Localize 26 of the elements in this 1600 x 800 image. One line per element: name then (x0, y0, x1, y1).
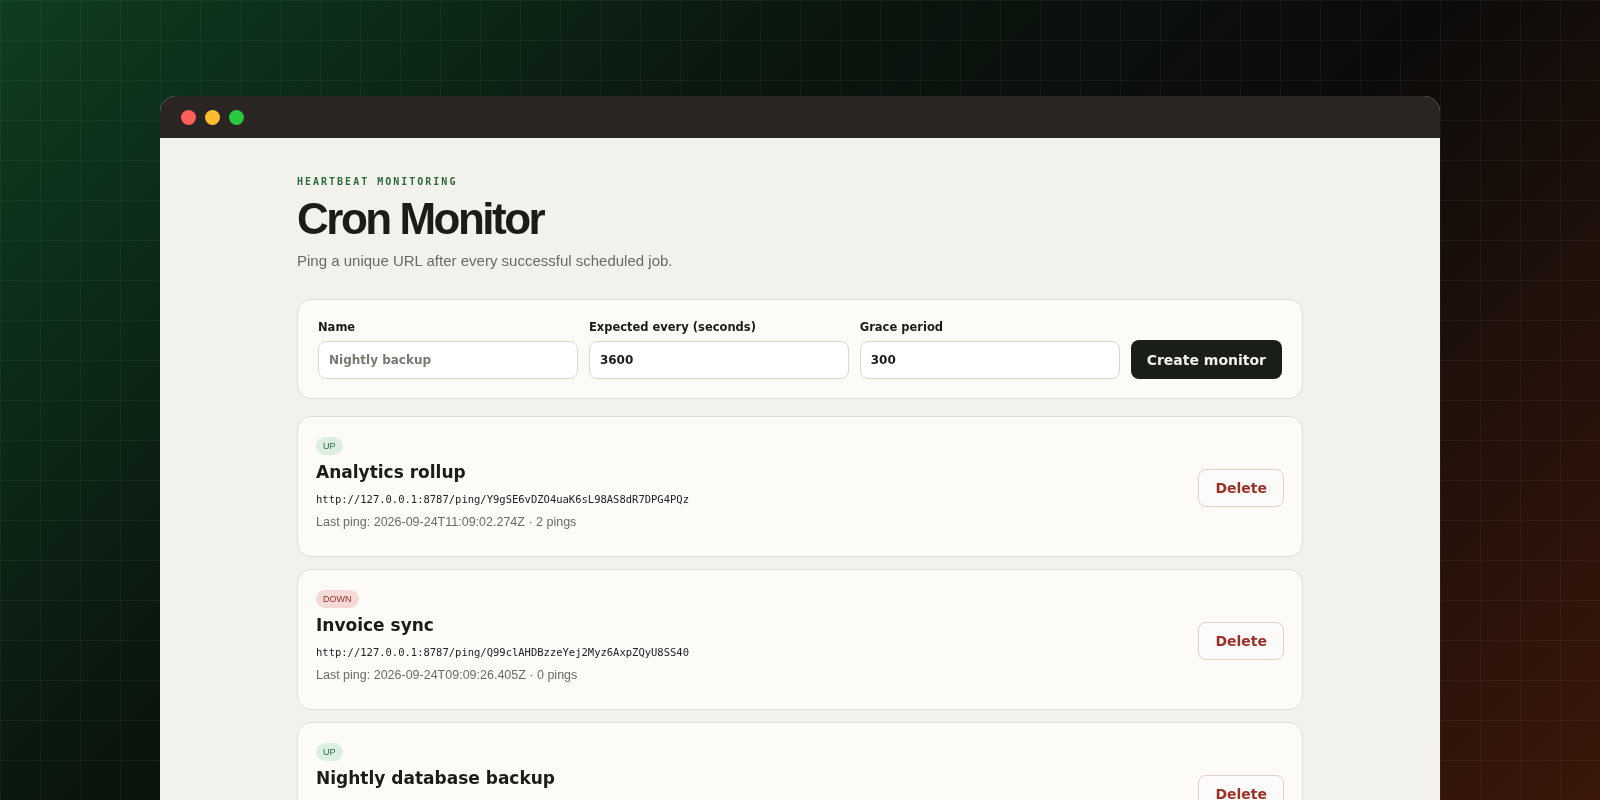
window-control-icon[interactable] (229, 109, 244, 125)
delete-button[interactable]: Delete (1198, 775, 1284, 800)
monitor-name: Invoice sync (316, 615, 434, 636)
input-field[interactable]: Nightly backup (318, 341, 578, 380)
field-label: Expected every (seconds) (588, 320, 757, 335)
window-control-icon[interactable] (181, 109, 196, 125)
create-monitor-button[interactable]: Create monitor (1130, 340, 1282, 380)
status-badge: UP (316, 743, 343, 762)
field-label: Name (318, 320, 357, 335)
ping-url: http://127.0.0.1:8787/ping/Q99clAHDBzzeYej2Myz6AxpZQyU8SS40 (316, 646, 689, 659)
page-title: Cron Monitor (297, 195, 545, 244)
delete-button[interactable]: Delete (1198, 622, 1284, 661)
monitor-name: Nightly database backup (316, 768, 556, 789)
input-field[interactable]: 300 (859, 341, 1120, 380)
window-control-icon[interactable] (205, 109, 220, 125)
field-label: Grace period (859, 320, 945, 335)
delete-button[interactable]: Delete (1198, 469, 1284, 508)
last-ping-text: Last ping: 2026-09-24T09:09:26.405Z · 0 pings (316, 668, 578, 683)
ping-url: http://127.0.0.1:8787/ping/Y9gSE6vDZO4uaK6sL98AS8dR7DPG4PQz (316, 493, 689, 506)
status-badge: UP (316, 437, 343, 456)
status-badge: DOWN (316, 590, 359, 609)
monitor-name: Analytics rollup (316, 462, 466, 483)
last-ping-text: Last ping: 2026-09-24T11:09:02.274Z · 2 pings (316, 515, 577, 530)
eyebrow-label: HEARTBEAT MONITORING (297, 176, 459, 187)
page-subtitle: Ping a unique URL after every successful scheduled job. (297, 252, 674, 270)
input-field[interactable]: 3600 (588, 341, 849, 380)
